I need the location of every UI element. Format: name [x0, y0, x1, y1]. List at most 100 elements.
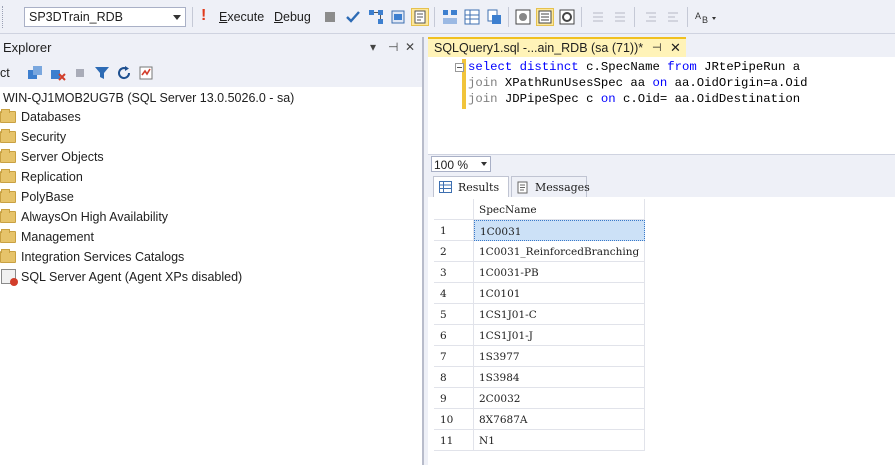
folder-icon [0, 109, 16, 123]
toolbar-separator [434, 7, 435, 27]
row-number[interactable]: 7 [434, 346, 474, 367]
toolbar-grip[interactable] [2, 6, 16, 28]
toolbar-separator [581, 7, 582, 27]
server-node[interactable]: WIN-QJ1MOB2UG7B (SQL Server 13.0.5026.0 … [3, 91, 294, 105]
specify-values-icon[interactable] [612, 9, 628, 25]
increase-indent-icon[interactable] [590, 9, 606, 25]
toolbar-separator [508, 7, 509, 27]
tree-node-label: Management [21, 230, 94, 244]
table-row[interactable]: 7 1S3977 [434, 346, 645, 367]
row-number[interactable]: 2 [434, 241, 474, 262]
available-databases-dropdown[interactable]: SP3DTrain_RDB [24, 7, 186, 27]
stop-icon[interactable] [322, 9, 338, 25]
tree-node-label: Security [21, 130, 67, 144]
tree-node-label: Replication [21, 170, 83, 184]
stop-icon[interactable] [72, 65, 88, 81]
window-position-icon[interactable]: ▾ [370, 40, 376, 54]
row-number[interactable]: 9 [434, 388, 474, 409]
folder-icon [0, 189, 16, 203]
results-tab-strip: Results Messages [428, 172, 895, 197]
table-row[interactable]: 11 N1 [434, 430, 645, 451]
row-number[interactable]: 10 [434, 409, 474, 430]
row-number[interactable]: 4 [434, 283, 474, 304]
query-designer-icon[interactable] [390, 9, 406, 25]
tree-node-label: Server Objects [21, 150, 104, 164]
table-row[interactable]: 8 1S3984 [434, 367, 645, 388]
code-line-2[interactable]: join XPathRunUsesSpec aa on aa.OidOrigin… [468, 76, 807, 90]
tab-sqlquery1[interactable]: SQLQuery1.sql -...ain_RDB (sa (71))* ⊣ ✕ [428, 37, 686, 57]
table-row[interactable]: 9 2C0032 [434, 388, 645, 409]
object-explorer-panel: Explorer ▾ ⊣ ✕ ct WIN-QJ1MOB2UG7B (SQL S… [0, 37, 424, 465]
indent-icon[interactable] [665, 9, 681, 25]
connect-button[interactable]: ct [0, 66, 10, 80]
outdent-icon[interactable] [643, 9, 659, 25]
chevron-down-icon [481, 162, 487, 166]
uncomment-icon[interactable] [536, 8, 554, 26]
table-row[interactable]: 2 1C0031_ReinforcedBranching [434, 241, 645, 262]
connect-object-explorer-icon[interactable] [27, 65, 43, 81]
pin-tab-icon[interactable]: ⊣ [652, 41, 662, 54]
grid-cell[interactable]: 1C0101 [474, 283, 645, 304]
specify-template-values-icon[interactable]: AB [694, 9, 718, 25]
decrease-indent-icon[interactable] [559, 9, 575, 25]
refresh-icon[interactable] [116, 65, 132, 81]
table-row[interactable]: 3 1C0031-PB [434, 262, 645, 283]
results-to-grid-icon[interactable] [464, 9, 480, 25]
column-header-specname[interactable]: SpecName [474, 199, 645, 220]
grid-cell[interactable]: 2C0032 [474, 388, 645, 409]
zoom-value: 100 % [434, 158, 469, 172]
document-tab-strip: SQLQuery1.sql -...ain_RDB (sa (71))* ⊣ ✕ [428, 37, 895, 57]
tab-messages[interactable]: Messages [511, 176, 590, 197]
row-number[interactable]: 8 [434, 367, 474, 388]
close-icon[interactable]: ✕ [405, 40, 415, 54]
execute-bang-icon[interactable]: ! [201, 7, 206, 25]
grid-cell[interactable]: 8X7687A [474, 409, 645, 430]
tab-results[interactable]: Results [433, 176, 509, 197]
parse-check-icon[interactable] [345, 9, 361, 25]
grid-icon [439, 181, 452, 193]
table-row[interactable]: 6 1CS1J01-J [434, 325, 645, 346]
execute-button[interactable]: Execute [219, 10, 264, 24]
comment-icon[interactable] [515, 9, 531, 25]
code-line-3[interactable]: join JDPipeSpec c on c.Oid= aa.OidDestin… [468, 92, 800, 106]
grid-cell[interactable]: 1C0031 [474, 220, 645, 241]
disconnect-icon[interactable] [50, 65, 66, 81]
grid-cell[interactable]: 1S3977 [474, 346, 645, 367]
chevron-down-icon [173, 15, 181, 20]
table-row[interactable]: 5 1CS1J01-C [434, 304, 645, 325]
grid-cell[interactable]: 1CS1J01-J [474, 325, 645, 346]
grid-cell[interactable]: 1C0031_ReinforcedBranching [474, 241, 645, 262]
table-row[interactable]: 1 1C0031 [434, 220, 645, 241]
grid-header-row: SpecName [434, 199, 645, 220]
query-editor[interactable]: select distinct c.SpecName from JRtePipe… [428, 57, 895, 154]
row-number[interactable]: 5 [434, 304, 474, 325]
table-row[interactable]: 10 8X7687A [434, 409, 645, 430]
grid-cell[interactable]: 1S3984 [474, 367, 645, 388]
row-number[interactable]: 11 [434, 430, 474, 451]
activity-monitor-icon[interactable] [139, 65, 155, 81]
row-number[interactable]: 3 [434, 262, 474, 283]
row-number[interactable]: 1 [434, 220, 474, 241]
table-row[interactable]: 4 1C0101 [434, 283, 645, 304]
toolbar-separator [687, 7, 688, 27]
row-number[interactable]: 6 [434, 325, 474, 346]
code-line-1[interactable]: select distinct c.SpecName from JRtePipe… [468, 60, 800, 74]
zoom-dropdown[interactable]: 100 % [431, 156, 491, 172]
explorer-toolbar: ct [0, 59, 422, 87]
grid-cell[interactable]: 1CS1J01-C [474, 304, 645, 325]
close-tab-icon[interactable]: ✕ [670, 40, 681, 56]
results-to-file-icon[interactable] [486, 9, 502, 25]
display-plan-icon[interactable] [368, 9, 384, 25]
auto-hide-pin-icon[interactable]: ⊣ [388, 40, 398, 54]
grid-cell[interactable]: 1C0031-PB [474, 262, 645, 283]
collapse-outline-icon[interactable] [455, 63, 464, 72]
intellisense-icon[interactable] [411, 8, 429, 26]
folder-icon [0, 129, 16, 143]
grid-cell[interactable]: N1 [474, 430, 645, 451]
tree-node-label: AlwaysOn High Availability [21, 210, 169, 224]
results-to-text-icon[interactable] [442, 9, 458, 25]
debug-button[interactable]: Debug [274, 10, 311, 24]
row-header-corner[interactable] [434, 199, 474, 220]
filter-icon[interactable] [94, 65, 110, 81]
tab-label: Messages [535, 181, 590, 194]
